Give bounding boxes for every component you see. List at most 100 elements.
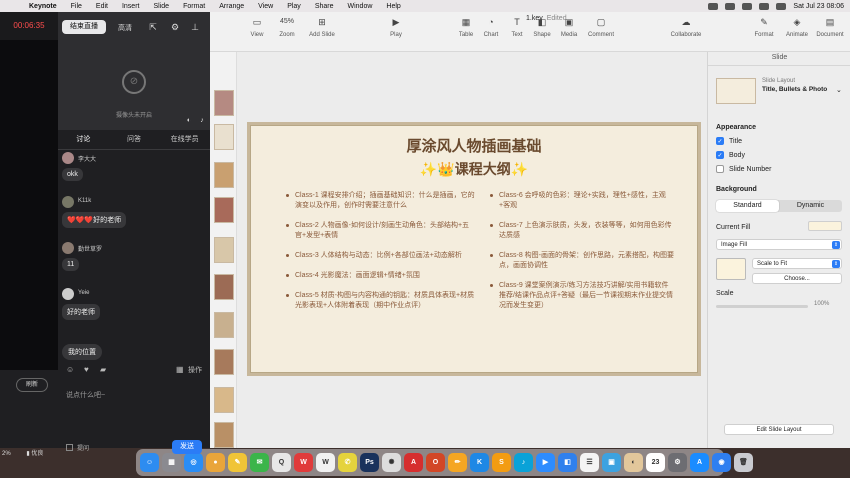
slide-thumbnail[interactable] — [214, 162, 234, 188]
photoshop-app-icon[interactable]: Ps — [360, 453, 379, 472]
pin-icon[interactable]: ⊥ — [190, 22, 200, 32]
animate-button[interactable]: ◈ Animate — [780, 16, 814, 38]
slide-subtitle[interactable]: ✨👑课程大纲✨ — [250, 159, 698, 179]
sketchbook-app-icon[interactable]: S — [492, 453, 511, 472]
send-button[interactable]: 发送 — [172, 440, 202, 454]
ask-question-checkbox[interactable]: 提问 — [66, 443, 89, 452]
menu-arrange[interactable]: Arrange — [219, 3, 244, 10]
reminders-app-icon[interactable]: ☰ — [580, 453, 599, 472]
speaker-icon[interactable]: ◐ — [184, 116, 194, 126]
facetime-app-icon[interactable]: ◧ — [558, 453, 577, 472]
refresh-button[interactable]: 刷新 — [16, 378, 48, 392]
menu-play[interactable]: Play — [287, 3, 301, 10]
chat-input[interactable]: 说点什么吧~ — [66, 390, 105, 400]
zoom-button[interactable]: 45% Zoom — [270, 16, 304, 38]
menu-app-name[interactable]: Keynote — [29, 3, 57, 10]
chatgpt-app-icon[interactable]: ✺ — [382, 453, 401, 472]
wechat-work-app-icon[interactable]: W — [316, 453, 335, 472]
layout-thumbnail[interactable] — [716, 78, 756, 104]
comment-button[interactable]: ▢ Comment — [584, 16, 618, 38]
layout-name[interactable]: Title, Bullets & Photo — [762, 86, 832, 94]
wifi-icon[interactable] — [759, 2, 770, 10]
slide-thumbnail[interactable] — [214, 90, 234, 116]
format-button[interactable]: ✎ Format — [747, 16, 781, 38]
my-location-button[interactable]: 我的位置 — [62, 344, 102, 360]
menu-edit[interactable]: Edit — [96, 3, 108, 10]
notes-app-icon[interactable]: ✎ — [228, 453, 247, 472]
standard-tab[interactable]: Standard — [716, 200, 779, 212]
slide-thumbnail[interactable] — [214, 197, 234, 223]
slide-thumbnail[interactable] — [214, 349, 234, 375]
emoji-icon[interactable]: ☺ — [66, 365, 74, 374]
menu-window[interactable]: Window — [348, 3, 373, 10]
finder-app-icon[interactable]: ☺ — [140, 453, 159, 472]
settings-icon[interactable]: ⚙ — [170, 22, 180, 32]
apple-icon[interactable] — [8, 1, 18, 11]
current-slide[interactable]: 厚涂风人物插画基础 ✨👑课程大纲✨ Class-1 课程安排介绍；插画基础知识：… — [247, 122, 701, 376]
title-checkbox[interactable]: ✓ Title — [716, 137, 742, 145]
menu-file[interactable]: File — [71, 3, 82, 10]
share-icon[interactable]: ⇱ — [148, 22, 158, 32]
tab-qa[interactable]: 问答 — [109, 130, 160, 149]
background-segmented-control[interactable]: Standard Dynamic — [716, 200, 842, 212]
screen-record-icon[interactable] — [708, 2, 719, 10]
battery-icon[interactable] — [742, 2, 753, 10]
slide-title[interactable]: 厚涂风人物插画基础 — [250, 135, 698, 156]
slide-thumbnail[interactable] — [214, 124, 234, 150]
qq-music-app-icon[interactable]: ♪ — [514, 453, 533, 472]
qq-browser-app-icon[interactable]: ◉ — [712, 453, 731, 472]
launchpad-app-icon[interactable]: ▦ — [162, 453, 181, 472]
add-slide-button[interactable]: ⊞ Add Slide — [305, 16, 339, 38]
wechat-app-icon[interactable]: ✉ — [250, 453, 269, 472]
slide-canvas[interactable]: 厚涂风人物插画基础 ✨👑课程大纲✨ Class-1 课程安排介绍；插画基础知识：… — [237, 52, 707, 448]
control-center-icon[interactable] — [776, 2, 787, 10]
scale-value[interactable]: 100% — [814, 301, 829, 307]
calendar-app-icon[interactable]: 23 — [646, 453, 665, 472]
menu-format[interactable]: Format — [183, 3, 205, 10]
slide-thumbnail[interactable] — [214, 274, 234, 300]
chevron-down-icon[interactable]: ⌄ — [836, 86, 842, 94]
contacts-app-icon[interactable]: ◐ — [624, 453, 643, 472]
keynote-app-icon[interactable]: K — [470, 453, 489, 472]
chrome-app-icon[interactable]: ● — [206, 453, 225, 472]
slide-navigator[interactable] — [210, 52, 237, 448]
slide-body-left[interactable]: Class-1 课程安排介绍；插画基础知识：什么是插画，它的演变以及作用，创作时… — [286, 191, 476, 321]
body-checkbox[interactable]: ✓ Body — [716, 151, 745, 159]
preview-app-icon[interactable]: ▣ — [602, 453, 621, 472]
tab-online-students[interactable]: 在线学员 — [159, 130, 210, 149]
menu-help[interactable]: Help — [386, 3, 400, 10]
document-button[interactable]: ▤ Document — [813, 16, 847, 38]
acrobat-app-icon[interactable]: A — [404, 453, 423, 472]
slide-thumbnail[interactable] — [214, 312, 234, 338]
microphone-icon[interactable]: ♪ — [197, 116, 207, 126]
collaborate-button[interactable]: ☁ Collaborate — [664, 16, 708, 38]
safari-app-icon[interactable]: ◎ — [184, 453, 203, 472]
gift-icon[interactable]: ♥ — [84, 365, 89, 374]
slide-number-checkbox[interactable]: Slide Number — [716, 165, 771, 173]
app-store-app-icon[interactable]: A — [690, 453, 709, 472]
fill-type-popup[interactable]: Image Fill ⇕ — [716, 239, 842, 250]
media-button[interactable]: ▣ Media — [552, 16, 586, 38]
menu-clock[interactable]: Sat Jul 23 08:06 — [793, 3, 844, 10]
scale-mode-popup[interactable]: Scale to Fit ⇕ — [752, 258, 842, 269]
end-live-button[interactable]: 结束直播 — [62, 20, 106, 34]
play-button[interactable]: ▶ Play — [379, 16, 413, 38]
messages-app-icon[interactable]: ✆ — [338, 453, 357, 472]
scale-slider[interactable] — [716, 305, 808, 308]
grid-icon[interactable]: ▦ — [176, 365, 184, 374]
quality-select[interactable]: 高清 — [118, 23, 132, 33]
volume-icon[interactable] — [725, 2, 736, 10]
system-settings-app-icon[interactable]: ⚙ — [668, 453, 687, 472]
image-well[interactable] — [716, 258, 746, 280]
menu-slide[interactable]: Slide — [153, 3, 169, 10]
choose-image-button[interactable]: Choose... — [752, 273, 842, 284]
folder-icon[interactable]: ▰ — [100, 365, 106, 374]
menu-share[interactable]: Share — [315, 3, 334, 10]
weibo-app-icon[interactable]: W — [294, 453, 313, 472]
pencil-app-icon[interactable]: ✏ — [448, 453, 467, 472]
dynamic-tab[interactable]: Dynamic — [779, 200, 842, 212]
ops-label[interactable]: 操作 — [188, 365, 202, 375]
slide-body-right[interactable]: Class-6 会呼吸的色彩：理论+实践，理性+感性，主观+客观 Class-7… — [490, 191, 675, 321]
zoom-app-icon[interactable]: ▶ — [536, 453, 555, 472]
slide-thumbnail[interactable] — [214, 387, 234, 413]
